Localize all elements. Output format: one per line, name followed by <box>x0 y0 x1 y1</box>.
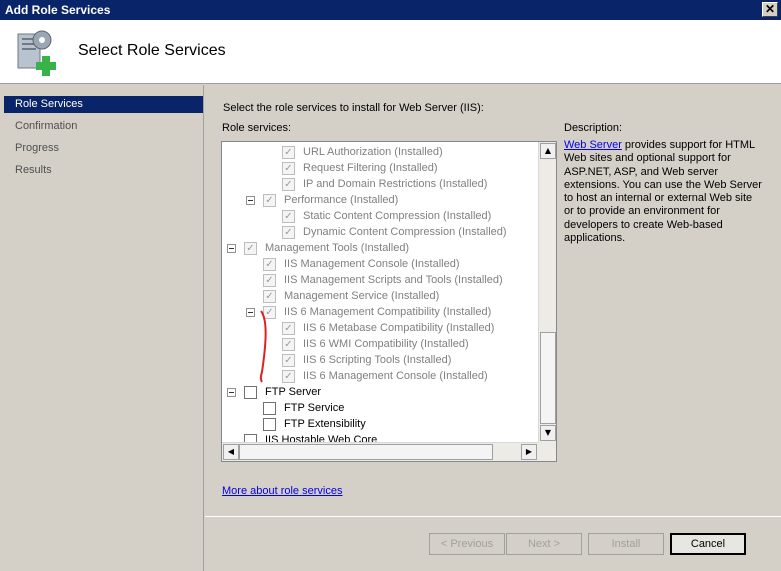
tree-item[interactable]: ✓ Management Service (Installed) <box>222 288 538 304</box>
title-bar: Add Role Services ✕ <box>0 0 781 20</box>
tree-item-checkbox[interactable]: ✓ <box>282 354 295 367</box>
tree-item-label: IIS Management Console (Installed) <box>284 258 460 270</box>
wizard-header: Select Role Services <box>0 20 781 84</box>
tree-item-label: FTP Server <box>265 386 322 398</box>
tree-item-checkbox[interactable] <box>263 402 276 415</box>
wizard-nav: Role Services Confirmation Progress Resu… <box>0 85 204 571</box>
tree-item-label: Request Filtering (Installed) <box>303 162 438 174</box>
button-separator <box>205 516 781 517</box>
page-title: Select Role Services <box>78 42 226 59</box>
tree-item[interactable]: FTP Extensibility <box>222 416 538 432</box>
collapse-icon[interactable] <box>246 308 255 317</box>
description-label: Description: <box>564 122 623 134</box>
tree-viewport: ✓ URL Authorization (Installed) ✓ Request F… <box>222 142 538 442</box>
tree-item-checkbox[interactable]: ✓ <box>263 290 276 303</box>
tree-item-label: Dynamic Content Compression (Installed) <box>303 226 507 238</box>
tree-item-label: Performance (Installed) <box>284 194 399 206</box>
tree-item-label: FTP Extensibility <box>284 418 366 430</box>
tree-item-checkbox[interactable]: ✓ <box>282 226 295 239</box>
tree-item-checkbox[interactable]: ✓ <box>263 194 276 207</box>
role-services-tree[interactable]: ✓ URL Authorization (Installed) ✓ Request F… <box>221 141 557 462</box>
tree-item[interactable]: ✓ IIS Management Console (Installed) <box>222 256 538 272</box>
install-button[interactable]: Install <box>588 533 664 555</box>
tree-item[interactable]: ✓ IIS 6 Scripting Tools (Installed) <box>222 352 538 368</box>
tree-item-checkbox[interactable]: ✓ <box>282 162 295 175</box>
tree-item[interactable]: ✓ Performance (Installed) <box>222 192 538 208</box>
tree-item[interactable]: ✓ Request Filtering (Installed) <box>222 160 538 176</box>
tree-item-checkbox[interactable]: ✓ <box>282 338 295 351</box>
tree-item-label: IIS Hostable Web Core <box>265 434 378 442</box>
tree-item-label: URL Authorization (Installed) <box>303 146 443 158</box>
tree-item[interactable]: ✓ IIS Management Scripts and Tools (Insta… <box>222 272 538 288</box>
close-button[interactable]: ✕ <box>762 2 778 17</box>
tree-item[interactable]: ✓ URL Authorization (Installed) <box>222 144 538 160</box>
tree-item-label: IIS 6 Management Console (Installed) <box>303 370 488 382</box>
tree-item[interactable]: ✓ Management Tools (Installed) <box>222 240 538 256</box>
tree-item-checkbox[interactable]: ✓ <box>244 242 257 255</box>
scroll-up-button[interactable]: ▲ <box>540 143 556 159</box>
scrollbar-corner <box>538 442 556 461</box>
tree-item-checkbox[interactable]: ✓ <box>282 178 295 191</box>
tree-item-checkbox[interactable]: ✓ <box>282 322 295 335</box>
tree-item-checkbox[interactable]: ✓ <box>263 258 276 271</box>
server-add-icon <box>17 30 56 76</box>
tree-item-label: IIS 6 Metabase Compatibility (Installed) <box>303 322 495 334</box>
tree-item-checkbox[interactable]: ✓ <box>282 210 295 223</box>
description-text: Web Server provides support for HTML Web… <box>564 139 762 245</box>
vertical-scroll-thumb[interactable] <box>540 332 556 424</box>
nav-item-role-services[interactable]: Role Services <box>4 96 203 113</box>
nav-item-results[interactable]: Results <box>4 162 203 179</box>
tree-item-checkbox[interactable] <box>244 386 257 399</box>
collapse-icon[interactable] <box>227 388 236 397</box>
tree-item-label: IIS 6 WMI Compatibility (Installed) <box>303 338 469 350</box>
tree-item[interactable]: FTP Server <box>222 384 538 400</box>
tree-item[interactable]: IIS Hostable Web Core <box>222 432 538 442</box>
window-title: Add Role Services <box>5 3 111 17</box>
scroll-down-button[interactable]: ▼ <box>540 425 556 441</box>
tree-item-checkbox[interactable] <box>244 434 257 442</box>
web-server-link[interactable]: Web Server <box>564 139 622 151</box>
tree-item[interactable]: ✓ IIS 6 Management Console (Installed) <box>222 368 538 384</box>
vertical-scrollbar[interactable]: ▲ ▼ <box>538 142 556 442</box>
tree-item-checkbox[interactable]: ✓ <box>282 370 295 383</box>
horizontal-scrollbar[interactable]: ◀ ▶ <box>222 442 538 461</box>
nav-item-confirmation[interactable]: Confirmation <box>4 118 203 135</box>
tree-item-label: IIS Management Scripts and Tools (Instal… <box>284 274 503 286</box>
scroll-right-button[interactable]: ▶ <box>521 444 537 460</box>
tree-item-label: Management Service (Installed) <box>284 290 440 302</box>
instruction-text: Select the role services to install for … <box>223 102 484 114</box>
tree-item[interactable]: ✓ IP and Domain Restrictions (Installed) <box>222 176 538 192</box>
tree-item[interactable]: ✓ IIS 6 WMI Compatibility (Installed) <box>222 336 538 352</box>
tree-item-label: FTP Service <box>284 402 345 414</box>
tree-item-label: Management Tools (Installed) <box>265 242 410 254</box>
tree-item-label: IP and Domain Restrictions (Installed) <box>303 178 488 190</box>
more-about-role-services-link[interactable]: More about role services <box>222 485 342 497</box>
tree-item[interactable]: ✓ Dynamic Content Compression (Installed) <box>222 224 538 240</box>
previous-button[interactable]: < Previous <box>429 533 505 555</box>
nav-item-progress[interactable]: Progress <box>4 140 203 157</box>
tree-item[interactable]: ✓ IIS 6 Management Compatibility (Install… <box>222 304 538 320</box>
main-content: Select the role services to install for … <box>205 85 781 571</box>
scroll-left-button[interactable]: ◀ <box>223 444 239 460</box>
next-button[interactable]: Next > <box>506 533 582 555</box>
collapse-icon[interactable] <box>227 244 236 253</box>
tree-item-checkbox[interactable]: ✓ <box>282 146 295 159</box>
tree-item[interactable]: ✓ Static Content Compression (Installed) <box>222 208 538 224</box>
tree-item-label: IIS 6 Management Compatibility (Installe… <box>284 306 492 318</box>
tree-item-label: Static Content Compression (Installed) <box>303 210 492 222</box>
collapse-icon[interactable] <box>246 196 255 205</box>
tree-item-checkbox[interactable]: ✓ <box>263 306 276 319</box>
tree-item-checkbox[interactable]: ✓ <box>263 274 276 287</box>
close-icon: ✕ <box>764 2 776 16</box>
cancel-button[interactable]: Cancel <box>670 533 746 555</box>
description-body: provides support for HTML Web sites and … <box>564 139 762 245</box>
tree-item[interactable]: FTP Service <box>222 400 538 416</box>
tree-item-checkbox[interactable] <box>263 418 276 431</box>
horizontal-scroll-thumb[interactable] <box>239 444 493 460</box>
tree-item-label: IIS 6 Scripting Tools (Installed) <box>303 354 452 366</box>
tree-item[interactable]: ✓ IIS 6 Metabase Compatibility (Installed… <box>222 320 538 336</box>
role-services-label: Role services: <box>222 122 292 134</box>
